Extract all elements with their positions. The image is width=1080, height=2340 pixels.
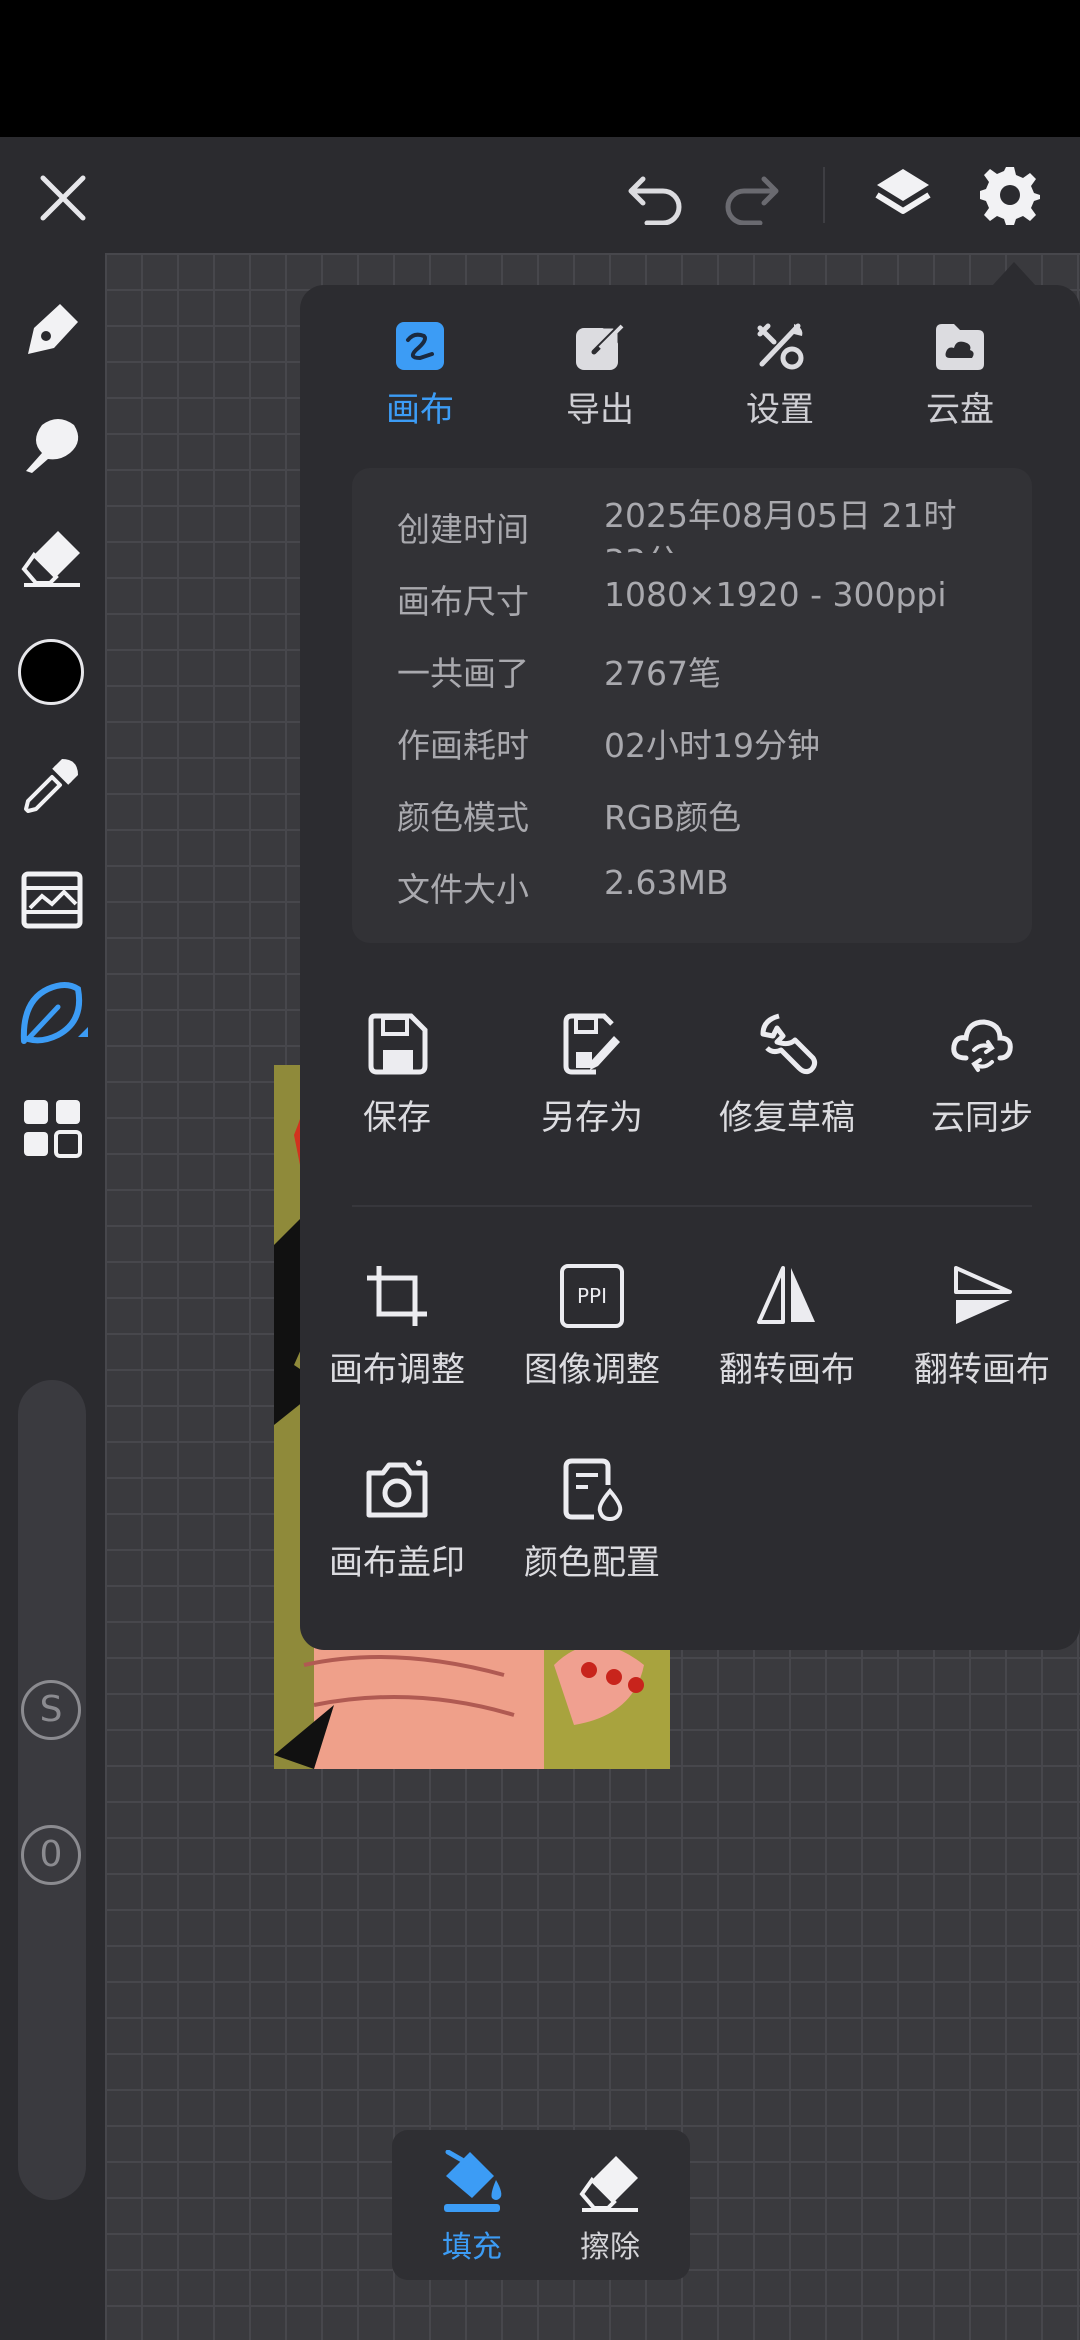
cloud-folder-icon: [934, 320, 986, 372]
info-value-color-mode: RGB颜色: [604, 798, 742, 837]
repair-draft-button[interactable]: 修复草稿: [707, 1010, 867, 1139]
paint-bucket-icon: [440, 2149, 504, 2214]
fill-mode-label: 填充: [442, 2230, 502, 2265]
save-as-icon: [558, 1010, 626, 1078]
info-value-size: 1080×1920 - 300ppi: [604, 575, 947, 614]
flip-horizontal-icon: [753, 1262, 821, 1330]
canvas-adjust-button[interactable]: 画布调整: [317, 1262, 477, 1391]
leaf-icon[interactable]: [18, 981, 88, 1047]
tab-export-label: 导出: [566, 390, 634, 430]
image-adjust-icon[interactable]: [20, 868, 84, 932]
flip-horizontal-button[interactable]: 翻转画布: [707, 1262, 867, 1391]
color-config-label: 颜色配置: [524, 1543, 660, 1583]
tab-cloud[interactable]: 云盘: [885, 320, 1035, 431]
panel-divider: [352, 1205, 1032, 1207]
toolbar-divider: [823, 167, 825, 223]
size-slider-handle[interactable]: S: [21, 1680, 81, 1740]
tab-settings-label: 设置: [746, 390, 814, 430]
save-icon: [363, 1010, 431, 1078]
camera-icon: [363, 1455, 431, 1523]
brush-size-opacity-slider[interactable]: [18, 1380, 86, 2200]
flip-vertical-icon: [948, 1262, 1016, 1330]
gear-icon[interactable]: [980, 165, 1040, 225]
wrench-icon: [753, 1010, 821, 1078]
panel-caret: [992, 262, 1036, 286]
image-adjust-button[interactable]: PPI 图像调整: [512, 1262, 672, 1391]
canvas-icon: [394, 320, 446, 372]
info-value-file-size: 2.63MB: [604, 863, 729, 902]
grid-icon[interactable]: [22, 1098, 82, 1158]
save-as-label: 另存为: [541, 1098, 643, 1138]
close-icon[interactable]: [35, 170, 91, 226]
save-as-button[interactable]: 另存为: [512, 1010, 672, 1139]
info-label-created: 创建时间: [397, 510, 529, 549]
tab-export[interactable]: 导出: [525, 320, 675, 431]
color-config-button[interactable]: 颜色配置: [512, 1455, 672, 1584]
flip-horizontal-label: 翻转画布: [719, 1350, 855, 1390]
layers-icon[interactable]: [873, 165, 933, 225]
info-label-strokes: 一共画了: [397, 654, 529, 693]
tab-cloud-label: 云盘: [926, 390, 994, 430]
info-label-size: 画布尺寸: [397, 582, 529, 621]
opacity-slider-handle[interactable]: 0: [21, 1825, 81, 1885]
save-label: 保存: [363, 1098, 431, 1138]
repair-draft-label: 修复草稿: [719, 1098, 855, 1138]
smudge-icon[interactable]: [20, 413, 84, 477]
cloud-sync-icon: [948, 1010, 1016, 1078]
info-label-color-mode: 颜色模式: [397, 798, 529, 837]
save-button[interactable]: 保存: [317, 1010, 477, 1139]
erase-mode-button[interactable]: 擦除: [550, 2150, 670, 2266]
eraser-icon: [578, 2150, 642, 2214]
status-bar: [0, 0, 1080, 137]
info-value-duration: 02小时19分钟: [604, 726, 820, 765]
info-value-strokes: 2767笔: [604, 654, 721, 693]
color-config-icon: [558, 1455, 626, 1523]
info-value-created: 2025年08月05日 21时 33分: [604, 496, 957, 553]
tab-canvas[interactable]: 画布: [345, 320, 495, 431]
canvas-adjust-label: 画布调整: [329, 1350, 465, 1390]
image-adjust-label: 图像调整: [524, 1350, 660, 1390]
eraser-icon[interactable]: [20, 525, 84, 589]
undo-icon[interactable]: [625, 169, 685, 225]
export-icon: [574, 320, 626, 372]
top-toolbar: [0, 137, 1080, 253]
eyedropper-icon[interactable]: [22, 755, 82, 815]
fill-mode-button[interactable]: 填充: [412, 2149, 532, 2266]
canvas-info-card: 创建时间 2025年08月05日 21时 33分 画布尺寸 1080×1920 …: [352, 468, 1032, 943]
fill-mode-popup: 填充 擦除: [392, 2130, 690, 2280]
crop-icon: [363, 1262, 431, 1330]
redo-icon[interactable]: [722, 169, 782, 225]
tools-icon: [754, 320, 806, 372]
cloud-sync-label: 云同步: [931, 1098, 1033, 1138]
cloud-sync-button[interactable]: 云同步: [902, 1010, 1062, 1139]
erase-mode-label: 擦除: [580, 2230, 640, 2265]
info-label-file-size: 文件大小: [397, 870, 529, 909]
canvas-stamp-button[interactable]: 画布盖印: [317, 1455, 477, 1584]
tab-canvas-label: 画布: [386, 390, 454, 430]
canvas-stamp-label: 画布盖印: [329, 1543, 465, 1583]
flip-vertical-button[interactable]: 翻转画布: [902, 1262, 1062, 1391]
tab-settings[interactable]: 设置: [705, 320, 855, 431]
info-label-duration: 作画耗时: [397, 726, 529, 765]
ppi-badge-text: PPI: [576, 1284, 608, 1308]
color-swatch[interactable]: [18, 639, 84, 705]
flip-vertical-label: 翻转画布: [914, 1350, 1050, 1390]
pen-icon[interactable]: [20, 298, 84, 362]
